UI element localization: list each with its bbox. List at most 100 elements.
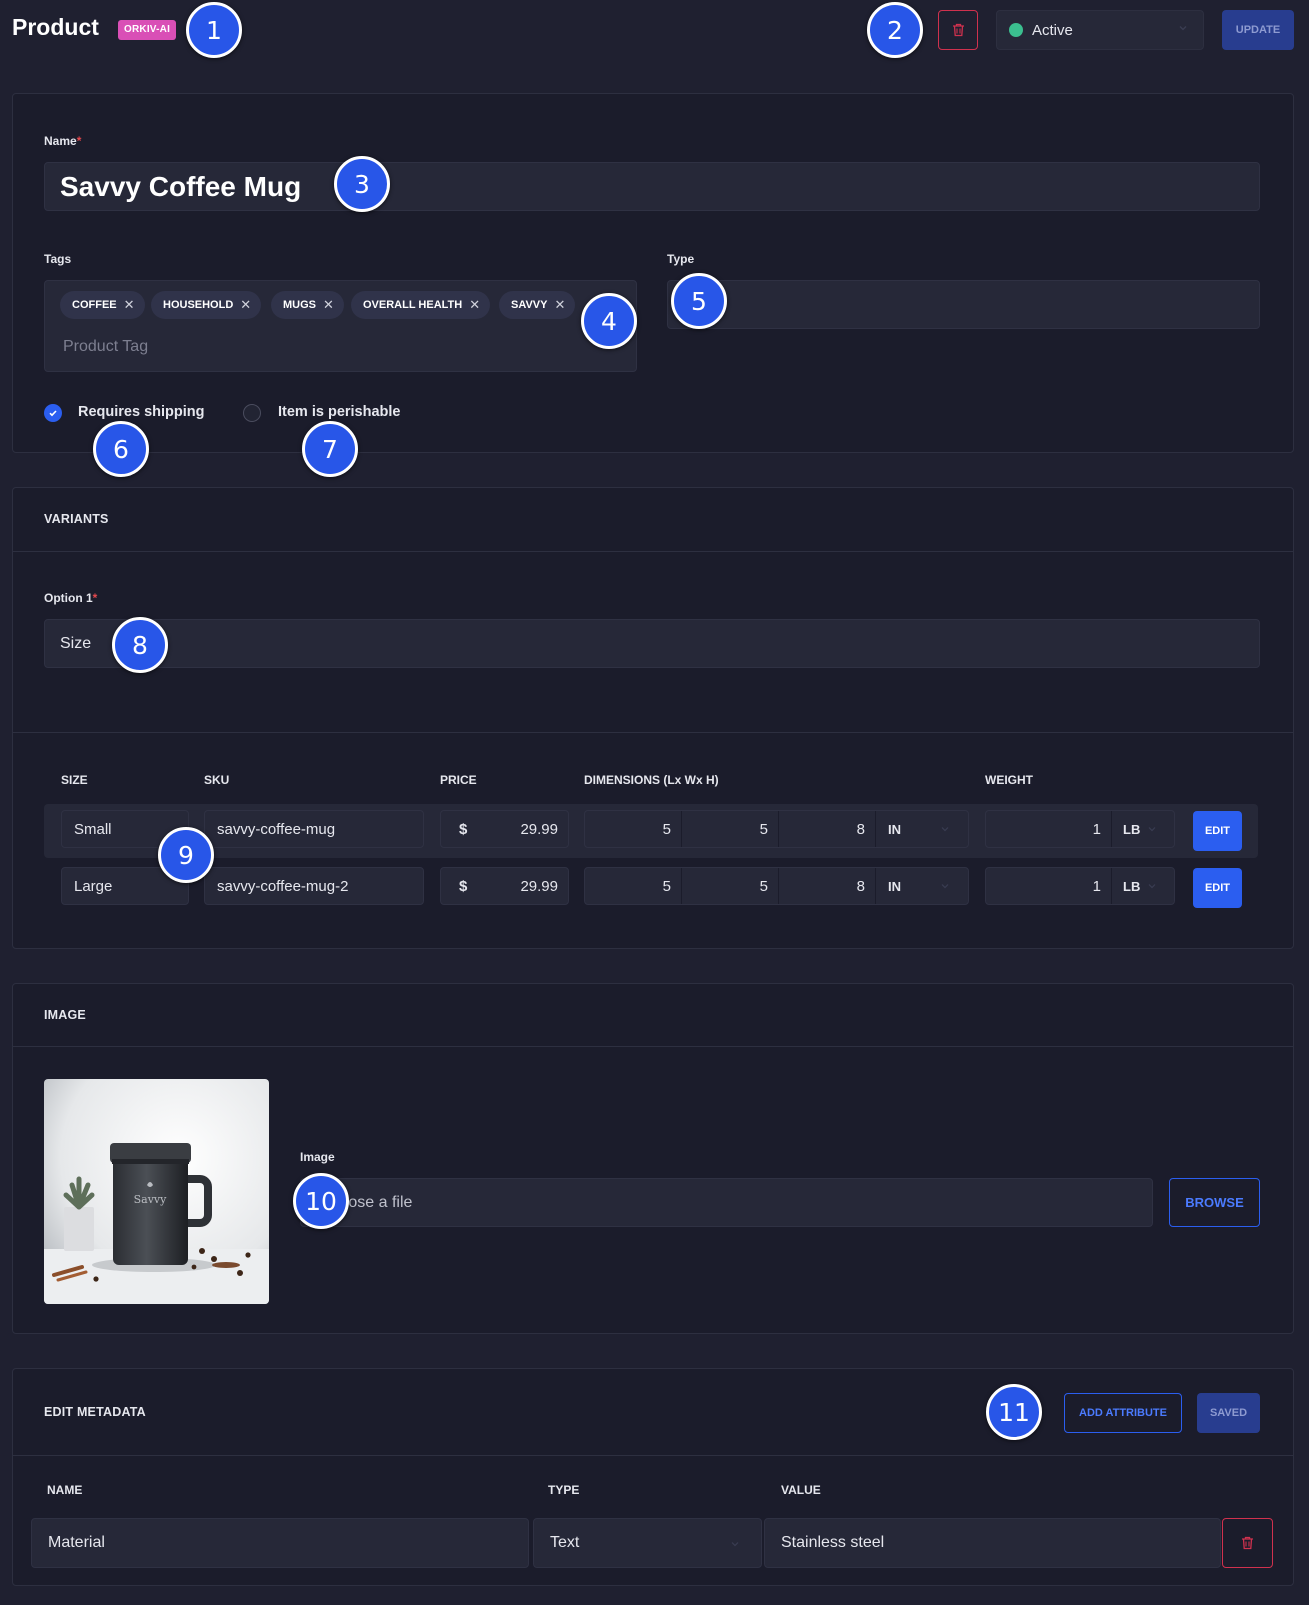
type-label: Type xyxy=(667,252,695,266)
tag-chip: SAVVY ✕ xyxy=(499,291,576,319)
chevron-down-icon xyxy=(1148,884,1156,889)
requires-shipping-checkbox[interactable] xyxy=(44,404,62,422)
option-input[interactable]: Size xyxy=(44,619,1260,668)
annotation-marker-3: 3 xyxy=(334,156,390,212)
width-input[interactable]: 5 xyxy=(682,811,779,847)
price-value: 29.99 xyxy=(520,820,558,838)
remove-tag-icon[interactable]: ✕ xyxy=(124,297,135,313)
requires-shipping-label: Requires shipping xyxy=(78,404,205,420)
tags-label: Tags xyxy=(44,252,72,266)
annotation-marker-7: 7 xyxy=(302,421,358,477)
length-input[interactable]: 5 xyxy=(585,811,682,847)
annotation-marker-11: 11 xyxy=(986,1384,1042,1440)
dimension-unit-select[interactable]: IN xyxy=(888,811,901,847)
metadata-name-input[interactable]: Material xyxy=(31,1518,529,1568)
product-details-card xyxy=(12,93,1294,453)
browse-button[interactable]: BROWSE xyxy=(1169,1178,1260,1227)
weight-unit-select[interactable]: LB xyxy=(1123,811,1140,847)
column-header-type: TYPE xyxy=(548,1483,580,1497)
weight-unit-select[interactable]: LB xyxy=(1123,868,1140,904)
column-header-value: VALUE xyxy=(781,1483,821,1497)
weight-input-group: 1 LB xyxy=(985,867,1175,905)
type-input[interactable] xyxy=(667,280,1260,329)
dimensions-input-group: 5 5 8 IN xyxy=(584,810,969,848)
tag-chip: MUGS ✕ xyxy=(271,291,344,319)
status-select[interactable]: Active xyxy=(996,10,1204,50)
update-button[interactable]: UPDATE xyxy=(1222,10,1294,50)
page-title: Product xyxy=(12,14,99,40)
chevron-down-icon xyxy=(1148,827,1156,832)
variant-sku-input[interactable]: savvy-coffee-mug xyxy=(204,810,424,848)
tag-chip: OVERALL HEALTH ✕ xyxy=(351,291,491,319)
height-input[interactable]: 8 xyxy=(779,811,876,847)
chevron-down-icon xyxy=(941,884,949,889)
chevron-down-icon xyxy=(941,827,949,832)
divider xyxy=(13,1455,1293,1456)
dimensions-input-group: 5 5 8 IN xyxy=(584,867,969,905)
mug-image: Savvy xyxy=(44,1079,269,1304)
column-header-name: NAME xyxy=(47,1483,83,1497)
dimension-unit-select[interactable]: IN xyxy=(888,868,901,904)
tags-input[interactable]: COFFEE ✕ HOUSEHOLD ✕ MUGS ✕ OVERALL HEALTH ✕… xyxy=(44,280,637,372)
remove-tag-icon[interactable]: ✕ xyxy=(554,297,565,313)
annotation-marker-1: 1 xyxy=(186,2,242,58)
variant-price-input[interactable]: $ 29.99 xyxy=(440,867,569,905)
currency-symbol: $ xyxy=(459,877,468,895)
metadata-type-select[interactable]: Text xyxy=(533,1518,762,1568)
image-title: IMAGE xyxy=(44,1008,86,1022)
trash-icon xyxy=(1242,1536,1253,1550)
trash-icon xyxy=(952,23,964,37)
tag-placeholder: Product Tag xyxy=(63,338,149,355)
source-badge: ORKIV-AI xyxy=(118,20,177,40)
metadata-value-input[interactable]: Stainless steel xyxy=(764,1518,1221,1568)
remove-tag-icon[interactable]: ✕ xyxy=(469,297,480,313)
column-header-price: PRICE xyxy=(440,773,477,787)
annotation-marker-4: 4 xyxy=(581,293,637,349)
metadata-title: EDIT METADATA xyxy=(44,1405,146,1419)
tag-chip: HOUSEHOLD ✕ xyxy=(151,291,262,319)
status-indicator-icon xyxy=(1009,23,1023,37)
edit-variant-button[interactable]: EDIT xyxy=(1193,811,1242,851)
remove-tag-icon[interactable]: ✕ xyxy=(323,297,334,313)
check-icon xyxy=(49,410,57,417)
variants-title: VARIANTS xyxy=(44,512,109,526)
divider xyxy=(13,1046,1293,1047)
file-input[interactable]: Choose a file xyxy=(300,1178,1153,1227)
mug-brand-text: Savvy xyxy=(134,1193,168,1206)
annotation-marker-6: 6 xyxy=(93,421,149,477)
annotation-marker-9: 9 xyxy=(158,827,214,883)
length-input[interactable]: 5 xyxy=(585,868,682,904)
image-field-label: Image xyxy=(300,1150,335,1164)
edit-variant-button[interactable]: EDIT xyxy=(1193,868,1242,908)
annotation-marker-2: 2 xyxy=(867,2,923,58)
perishable-checkbox[interactable] xyxy=(243,404,261,422)
annotation-marker-10: 10 xyxy=(293,1173,349,1229)
option-label: Option 1* xyxy=(44,591,98,605)
height-input[interactable]: 8 xyxy=(779,868,876,904)
price-value: 29.99 xyxy=(520,877,558,895)
variant-price-input[interactable]: $ 29.99 xyxy=(440,810,569,848)
column-header-dimensions: DIMENSIONS (Lx Wx H) xyxy=(584,773,719,787)
divider xyxy=(13,551,1293,552)
variant-sku-input[interactable]: savvy-coffee-mug-2 xyxy=(204,867,424,905)
width-input[interactable]: 5 xyxy=(682,868,779,904)
remove-tag-icon[interactable]: ✕ xyxy=(240,297,251,313)
add-attribute-button[interactable]: ADD ATTRIBUTE xyxy=(1064,1393,1182,1433)
weight-input[interactable]: 1 xyxy=(986,811,1112,847)
delete-attribute-button[interactable] xyxy=(1222,1518,1273,1568)
perishable-label: Item is perishable xyxy=(278,404,401,420)
weight-input-group: 1 LB xyxy=(985,810,1175,848)
product-name-input[interactable]: Savvy Coffee Mug xyxy=(44,162,1260,211)
column-header-sku: SKU xyxy=(204,773,230,787)
annotation-marker-8: 8 xyxy=(112,617,168,673)
delete-product-button[interactable] xyxy=(938,10,978,50)
name-label: Name* xyxy=(44,134,82,148)
product-image-preview[interactable]: Savvy xyxy=(44,1079,269,1304)
annotation-marker-5: 5 xyxy=(671,273,727,329)
column-header-weight: WEIGHT xyxy=(985,773,1033,787)
divider xyxy=(13,732,1293,733)
status-label: Active xyxy=(1032,21,1073,39)
currency-symbol: $ xyxy=(459,820,468,838)
weight-input[interactable]: 1 xyxy=(986,868,1112,904)
saved-button[interactable]: SAVED xyxy=(1197,1393,1260,1433)
